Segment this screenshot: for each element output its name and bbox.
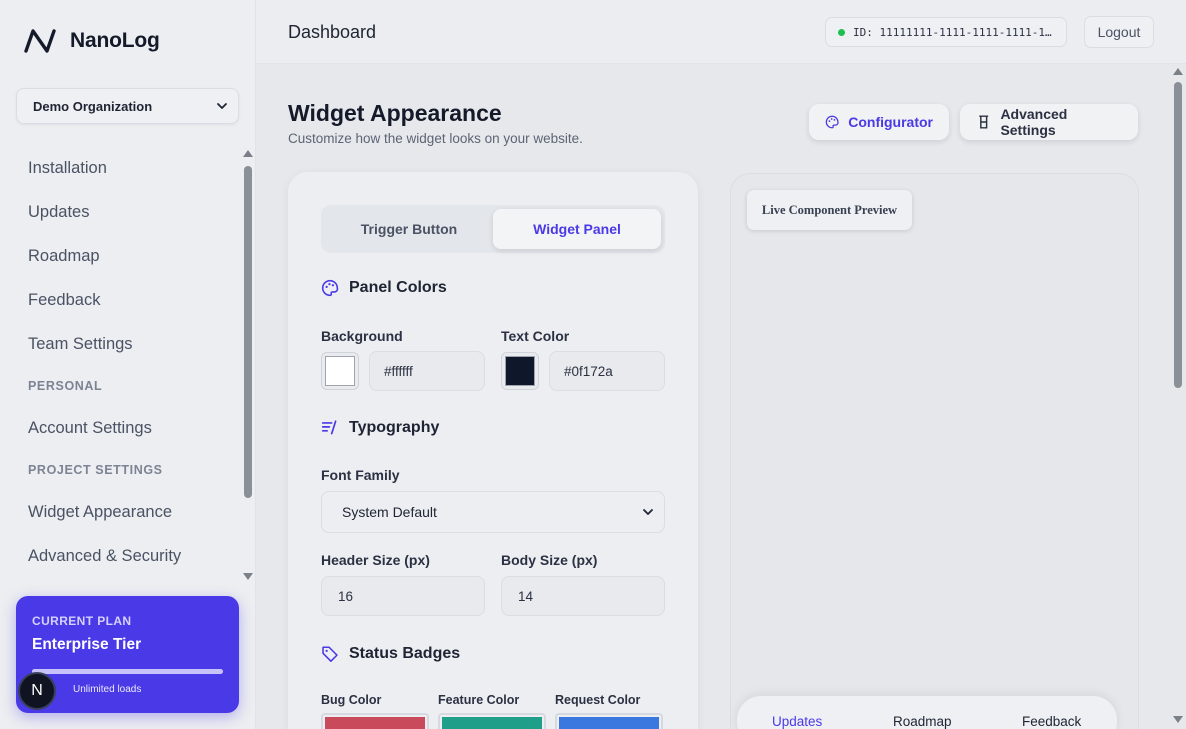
sidebar-item-account-settings[interactable]: Account Settings <box>0 406 240 450</box>
scroll-up-arrow-icon[interactable] <box>1173 68 1183 75</box>
typography-heading: Typography <box>321 419 439 437</box>
request-color-label: Request Color <box>555 693 641 707</box>
beaker-icon <box>979 115 989 129</box>
sidebar-scrollbar[interactable] <box>242 150 253 580</box>
live-preview-panel <box>730 173 1139 729</box>
status-badges-title: Status Badges <box>349 645 461 662</box>
background-label: Background <box>321 328 403 344</box>
logout-button[interactable]: Logout <box>1084 16 1154 48</box>
configurator-button[interactable]: Configurator <box>809 104 949 140</box>
plan-name: Enterprise Tier <box>32 636 142 653</box>
text-color-swatch[interactable] <box>501 352 539 390</box>
top-header: Dashboard ID: 11111111-1111-1111-1111-1…… <box>256 0 1186 64</box>
sidebar-item-label: Roadmap <box>28 246 100 265</box>
header-title: Dashboard <box>288 22 377 42</box>
feature-color-label: Feature Color <box>438 693 520 707</box>
chevron-down-icon <box>643 509 653 515</box>
preview-nav-updates[interactable]: Updates <box>772 714 822 729</box>
feature-color-fill <box>442 717 542 729</box>
nanolog-logo-icon <box>24 29 56 53</box>
sidebar-item-installation[interactable]: Installation <box>0 146 240 190</box>
sidebar-item-label: Widget Appearance <box>28 502 173 521</box>
sidebar-item-label: Team Settings <box>28 334 133 353</box>
sidebar-item-updates[interactable]: Updates <box>0 190 240 234</box>
sidebar-section-project-settings: PROJECT SETTINGS <box>28 463 163 477</box>
brand-name: NanoLog <box>70 29 160 52</box>
plan-usage-text: Unlimited loads <box>73 684 142 695</box>
scroll-up-arrow-icon[interactable] <box>243 150 253 157</box>
sidebar-item-widget-appearance[interactable]: Widget Appearance <box>0 490 240 534</box>
scrollbar-thumb[interactable] <box>1174 82 1182 388</box>
header-size-label: Header Size (px) <box>321 552 430 568</box>
text-color-swatch-fill <box>505 356 535 386</box>
header-size-input[interactable]: 16 <box>321 576 485 616</box>
sidebar-item-label: Installation <box>28 158 107 177</box>
chevron-down-icon <box>217 103 227 109</box>
panel-colors-heading: Panel Colors <box>321 279 447 297</box>
font-family-select[interactable]: System Default <box>321 491 665 533</box>
tag-icon <box>322 646 338 662</box>
body-size-label: Body Size (px) <box>501 552 598 568</box>
typography-icon <box>321 420 337 435</box>
sidebar-nav: Installation Updates Roadmap Feedback Te… <box>0 146 240 578</box>
live-preview-label: Live Component Preview <box>747 190 912 230</box>
bug-color-fill <box>325 717 425 729</box>
font-family-value: System Default <box>342 504 437 520</box>
sidebar-item-feedback[interactable]: Feedback <box>0 278 240 322</box>
preview-nav-roadmap[interactable]: Roadmap <box>893 714 952 729</box>
scroll-down-arrow-icon[interactable] <box>243 573 253 580</box>
panel-tabs: Trigger Button Widget Panel <box>321 205 665 253</box>
sidebar-item-roadmap[interactable]: Roadmap <box>0 234 240 278</box>
brand[interactable]: NanoLog <box>24 28 160 54</box>
sidebar-section-personal: PERSONAL <box>28 379 103 393</box>
plan-usage-bar-fill <box>32 669 223 674</box>
page-title: Widget Appearance <box>288 100 502 126</box>
sidebar-item-label: Updates <box>28 202 90 221</box>
project-id-text: ID: 11111111-1111-1111-1111-1… <box>853 25 1052 39</box>
sidebar-item-advanced-security[interactable]: Advanced & Security <box>0 534 240 578</box>
configurator-label: Configurator <box>848 114 933 130</box>
sidebar: NanoLog Demo Organization Installation U… <box>0 0 256 729</box>
sidebar-item-label: Account Settings <box>28 418 152 437</box>
status-badges-heading: Status Badges <box>321 645 460 663</box>
avatar[interactable]: N <box>18 672 56 710</box>
scrollbar-thumb[interactable] <box>244 166 252 498</box>
plan-label: CURRENT PLAN <box>32 614 132 628</box>
palette-icon <box>321 279 339 297</box>
advanced-settings-label: Advanced Settings <box>1000 106 1068 138</box>
sidebar-item-label: Advanced & Security <box>28 546 182 565</box>
palette-icon <box>825 115 839 129</box>
background-color-swatch[interactable] <box>321 352 359 390</box>
sidebar-item-team-settings[interactable]: Team Settings <box>0 322 240 366</box>
preview-nav-feedback[interactable]: Feedback <box>1022 714 1081 729</box>
advanced-settings-button[interactable]: Advanced Settings <box>960 104 1138 140</box>
tab-trigger-button[interactable]: Trigger Button <box>325 209 493 249</box>
status-dot-icon <box>838 28 845 36</box>
bug-color-label: Bug Color <box>321 693 382 707</box>
request-color-swatch[interactable] <box>555 713 663 729</box>
page-subtitle: Customize how the widget looks on your w… <box>288 131 583 146</box>
preview-widget-nav: Updates Roadmap Feedback <box>737 696 1117 729</box>
scroll-down-arrow-icon[interactable] <box>1173 716 1183 723</box>
background-color-input[interactable]: #ffffff <box>369 351 485 391</box>
sidebar-item-label: Feedback <box>28 290 101 309</box>
bug-color-swatch[interactable] <box>321 713 429 729</box>
request-color-fill <box>559 717 659 729</box>
plan-usage-bar <box>32 669 223 674</box>
main-scrollbar[interactable] <box>1172 66 1184 729</box>
tab-widget-panel[interactable]: Widget Panel <box>493 209 661 249</box>
panel-colors-title: Panel Colors <box>349 279 447 296</box>
font-family-label: Font Family <box>321 467 400 483</box>
text-color-label: Text Color <box>501 328 570 344</box>
organization-select-value: Demo Organization <box>33 98 153 114</box>
background-color-swatch-fill <box>325 356 355 386</box>
project-id-pill[interactable]: ID: 11111111-1111-1111-1111-1… <box>825 17 1067 47</box>
text-color-input[interactable]: #0f172a <box>549 351 665 391</box>
feature-color-swatch[interactable] <box>438 713 546 729</box>
body-size-input[interactable]: 14 <box>501 576 665 616</box>
typography-title: Typography <box>349 419 440 436</box>
organization-select[interactable]: Demo Organization <box>16 88 239 124</box>
